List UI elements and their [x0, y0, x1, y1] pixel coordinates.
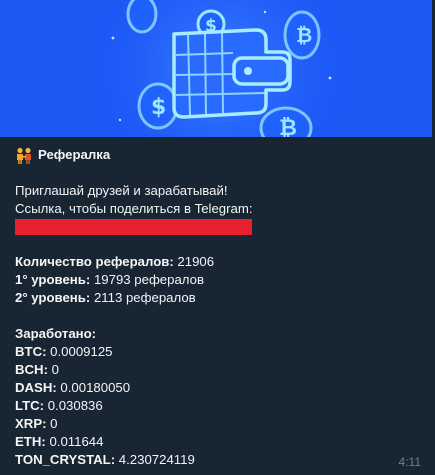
svg-text:$: $ — [151, 95, 166, 120]
earning-row-xrp: XRP: 0 — [15, 415, 425, 433]
earning-amount: 4.230724119 — [115, 452, 195, 467]
earning-coin: XRP: — [15, 416, 47, 431]
earning-amount: 0 — [47, 362, 59, 377]
earning-coin: LTC: — [15, 398, 45, 413]
message-timestamp: 4:11 — [398, 455, 421, 469]
redacted-referral-link[interactable] — [15, 219, 252, 235]
earning-amount: 0.030836 — [44, 398, 103, 413]
earning-amount: 0 — [46, 416, 58, 431]
wallet-banner-image: ₿ $ ₿ $ — [0, 0, 432, 137]
earned-heading: Заработано: — [15, 325, 425, 343]
message-bubble: ₿ $ ₿ $ Рефералка Приглашай друзей и зар… — [0, 0, 435, 475]
earning-row-eth: ETH: 0.011644 — [15, 433, 425, 451]
earning-row-ltc: LTC: 0.030836 — [15, 397, 425, 415]
earning-amount: 0.00180050 — [56, 380, 131, 395]
level2-row: 2° уровень: 2113 рефералов — [15, 289, 425, 307]
referrals-count-row: Количество рефералов: 21906 — [15, 253, 425, 271]
level1-label: 1° уровень: — [15, 272, 91, 287]
wallet-illustration: ₿ $ ₿ $ — [0, 0, 432, 137]
svg-text:₿: ₿ — [279, 116, 297, 137]
earning-coin: BTC: — [15, 344, 47, 359]
earning-row-dash: DASH: 0.00180050 — [15, 379, 425, 397]
share-link-label: Ссылка, чтобы поделиться в Telegram: — [15, 201, 253, 216]
people-holding-hands-icon — [17, 147, 31, 164]
level2-value: 2113 рефералов — [90, 290, 196, 305]
referrals-count-value: 21906 — [173, 254, 215, 269]
earned-label: Заработано: — [15, 326, 97, 341]
earning-coin: ETH: — [15, 434, 46, 449]
level1-row: 1° уровень: 19793 рефералов — [15, 271, 425, 289]
earning-coin: DASH: — [15, 380, 57, 395]
earning-coin: BCH: — [15, 362, 48, 377]
message-text: Рефералка Приглашай друзей и зарабатывай… — [15, 146, 425, 469]
earning-amount: 0.011644 — [45, 434, 104, 449]
intro-text: Приглашай друзей и зарабатывай! — [15, 183, 228, 198]
referrals-count-label: Количество рефералов: — [15, 254, 174, 269]
svg-text:₿: ₿ — [296, 23, 312, 47]
earning-coin: TON_CRYSTAL: — [15, 452, 116, 467]
earning-amount: 0.0009125 — [46, 344, 113, 359]
message-title-row: Рефералка — [15, 146, 425, 164]
earning-row-btc: BTC: 0.0009125 — [15, 343, 425, 361]
earning-row-bch: BCH: 0 — [15, 361, 425, 379]
level1-value: 19793 рефералов — [90, 272, 204, 287]
earning-row-ton-crystal: TON_CRYSTAL: 4.230724119 — [15, 451, 425, 469]
level2-label: 2° уровень: — [15, 290, 91, 305]
message-title: Рефералка — [38, 147, 111, 162]
